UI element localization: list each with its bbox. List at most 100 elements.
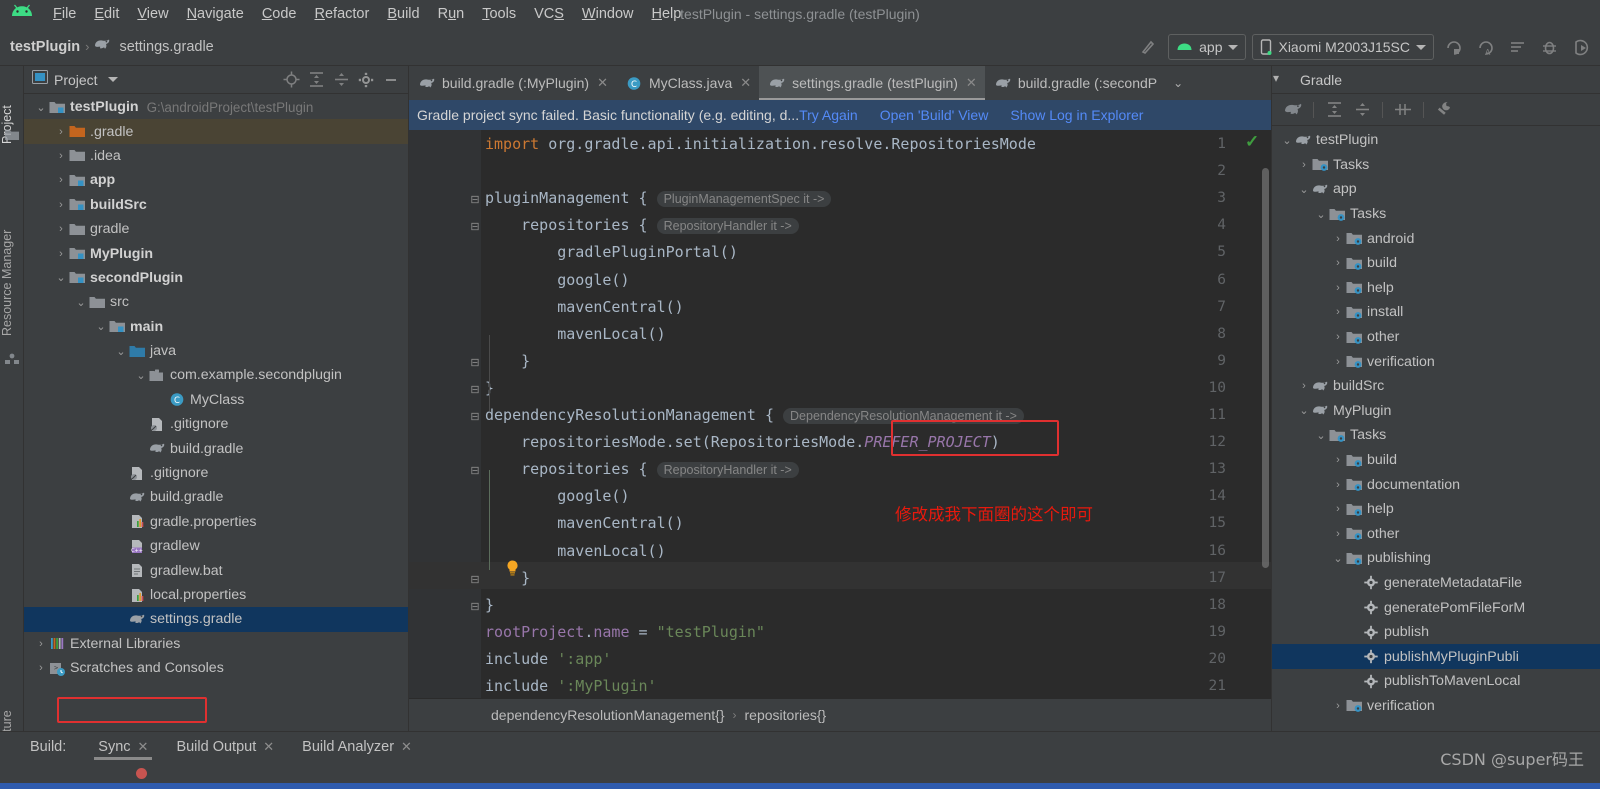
tree-toggle-right-icon[interactable]: › (34, 638, 48, 650)
project-tree-item--idea[interactable]: › .idea (24, 144, 408, 168)
tree-toggle-down-icon[interactable]: ⌄ (114, 345, 128, 358)
tree-toggle-down-icon[interactable]: ⌄ (54, 271, 68, 284)
chevron-down-icon[interactable] (1416, 44, 1426, 50)
collapse-all-icon[interactable] (330, 69, 352, 91)
menu-item-tools[interactable]: Tools (473, 3, 525, 25)
breadcrumb-item-0[interactable]: dependencyResolutionManagement{} (491, 707, 725, 723)
close-icon[interactable]: ✕ (263, 739, 274, 755)
tree-toggle-right-icon[interactable]: › (54, 199, 68, 211)
project-tree-item-testplugin[interactable]: ⌄ testPlugin G:\androidProject\testPlugin (24, 95, 408, 119)
code-line-20[interactable]: include ':app' (485, 646, 611, 673)
menu-item-run[interactable]: Run (429, 3, 474, 25)
intention-bulb-icon[interactable] (505, 560, 520, 576)
gradle-tree-item-generatepomfileform[interactable]: generatePomFileForM (1272, 595, 1600, 620)
debug-attach-icon[interactable]: A (1472, 34, 1498, 60)
tree-toggle-right-icon[interactable]: › (1297, 159, 1311, 171)
tree-toggle-down-icon[interactable]: ⌄ (1314, 429, 1328, 442)
tree-toggle-right-icon[interactable]: › (1331, 479, 1345, 491)
code-line-14[interactable]: google() (485, 483, 629, 510)
breadcrumb-file[interactable]: settings.gradle (119, 39, 213, 55)
editor-scrollbar-thumb[interactable] (1262, 168, 1269, 568)
collapse-all-icon[interactable] (1349, 98, 1375, 122)
gradle-tree-item-verification[interactable]: › verification (1272, 349, 1600, 374)
project-tree-item-app[interactable]: › app (24, 168, 408, 192)
gradle-tree-item-help[interactable]: › help (1272, 276, 1600, 301)
gradle-tree-item-publish[interactable]: publish (1272, 620, 1600, 645)
project-tree-item-myplugin[interactable]: › MyPlugin (24, 241, 408, 265)
menu-item-vcs[interactable]: VCS (525, 3, 573, 25)
tree-toggle-right-icon[interactable]: › (54, 248, 68, 260)
menu-item-refactor[interactable]: Refactor (306, 3, 379, 25)
project-tree-item-local-properties[interactable]: local.properties (24, 583, 408, 607)
code-line-13[interactable]: repositories { RepositoryHandler it -> (485, 456, 799, 484)
tree-toggle-right-icon[interactable]: › (54, 150, 68, 162)
menu-item-help[interactable]: Help (642, 3, 690, 25)
profile-icon[interactable] (1568, 34, 1594, 60)
sync-gradle-icon[interactable] (1504, 34, 1530, 60)
code-line-8[interactable]: mavenLocal() (485, 321, 665, 348)
gradle-tree-item-myplugin[interactable]: ⌄ MyPlugin (1272, 399, 1600, 424)
breadcrumb-project[interactable]: testPlugin (10, 39, 80, 55)
code-fold-down-icon[interactable]: ⊟ (469, 464, 481, 477)
menu-item-edit[interactable]: Edit (85, 3, 128, 25)
code-fold-up-icon[interactable]: ⊟ (469, 383, 481, 396)
code-fold-down-icon[interactable]: ⊟ (469, 193, 481, 206)
code-fold-down-icon[interactable]: ⊟ (469, 410, 481, 423)
tree-toggle-down-icon[interactable]: ⌄ (1331, 552, 1345, 565)
code-line-5[interactable]: gradlePluginPortal() (485, 239, 738, 266)
code-fold-up-icon[interactable]: ⊟ (469, 600, 481, 613)
expand-all-icon[interactable] (305, 69, 327, 91)
expand-all-icon[interactable] (1321, 98, 1347, 122)
gradle-tree-item-verification[interactable]: › verification (1272, 694, 1600, 719)
project-tree-item-gradlew[interactable]: C++ gradlew (24, 534, 408, 558)
project-tree-item-scratches-and-consoles[interactable]: › > Scratches and Consoles (24, 656, 408, 680)
tree-toggle-down-icon[interactable]: ⌄ (1280, 134, 1294, 147)
project-file-tree[interactable]: ⌄ testPlugin G:\androidProject\testPlugin ›… (24, 95, 408, 731)
gradle-tree-item-build[interactable]: › build (1272, 448, 1600, 473)
code-line-18[interactable]: } (485, 592, 494, 619)
menu-item-view[interactable]: View (128, 3, 177, 25)
gradle-tree-item-buildsrc[interactable]: › buildSrc (1272, 374, 1600, 399)
tree-toggle-down-icon[interactable]: ⌄ (94, 320, 108, 333)
code-line-4[interactable]: repositories { RepositoryHandler it -> (485, 212, 799, 240)
editor-tab-build-gradle-myplugin-[interactable]: build.gradle (:MyPlugin) ✕ (409, 66, 616, 100)
gradle-tree-item-publishing[interactable]: ⌄ publishing (1272, 546, 1600, 571)
hide-panel-icon[interactable] (380, 69, 402, 91)
tree-toggle-right-icon[interactable]: › (34, 662, 48, 674)
gradle-tree-item-documentation[interactable]: › documentation (1272, 472, 1600, 497)
gradle-tree-item-build[interactable]: › build (1272, 251, 1600, 276)
tree-toggle-down-icon[interactable]: ⌄ (1297, 183, 1311, 196)
menu-item-build[interactable]: Build (378, 3, 428, 25)
run-configuration-selector[interactable]: app (1168, 34, 1247, 60)
menu-item-navigate[interactable]: Navigate (178, 3, 253, 25)
project-tree-item-external-libraries[interactable]: › External Libraries (24, 632, 408, 656)
tree-toggle-right-icon[interactable]: › (1331, 257, 1345, 269)
tree-toggle-right-icon[interactable]: › (1331, 528, 1345, 540)
tree-toggle-down-icon[interactable]: ⌄ (1297, 404, 1311, 417)
code-line-9[interactable]: } (485, 348, 530, 375)
tab-sync[interactable]: Sync ✕ (84, 732, 162, 762)
editor-tab-settings-gradle-testplugin-[interactable]: settings.gradle (testPlugin) ✕ (759, 66, 985, 100)
project-tree-item-settings-gradle[interactable]: settings.gradle (24, 607, 408, 632)
close-icon[interactable]: ✕ (401, 739, 412, 755)
project-tree-item-main[interactable]: ⌄ main (24, 315, 408, 339)
show-log-in-explorer-link[interactable]: Show Log in Explorer (1010, 107, 1143, 123)
chevron-down-icon[interactable]: ▾ (1273, 71, 1279, 85)
editor-tab-bar[interactable]: build.gradle (:MyPlugin) ✕ C MyClass.java ✕ s… (409, 66, 1271, 100)
gradle-tree-item-tasks[interactable]: ⌄ Tasks (1272, 423, 1600, 448)
tree-toggle-right-icon[interactable]: › (54, 223, 68, 235)
project-tree-item-src[interactable]: ⌄ src (24, 290, 408, 314)
tree-toggle-right-icon[interactable]: › (1331, 700, 1345, 712)
gradle-tree-item-help[interactable]: › help (1272, 497, 1600, 522)
menu-item-code[interactable]: Code (253, 3, 306, 25)
project-tree-item-build-gradle[interactable]: build.gradle (24, 436, 408, 460)
tree-toggle-right-icon[interactable]: › (54, 174, 68, 186)
project-tree-item-buildsrc[interactable]: › buildSrc (24, 193, 408, 217)
build-hammer-icon[interactable] (1136, 34, 1162, 60)
code-line-3[interactable]: pluginManagement { PluginManagementSpec … (485, 185, 832, 213)
tree-toggle-down-icon[interactable]: ⌄ (74, 296, 88, 309)
gradle-tree-item-android[interactable]: › android (1272, 226, 1600, 251)
code-fold-up-icon[interactable]: ⊟ (469, 573, 481, 586)
project-tree-item-java[interactable]: ⌄ java (24, 339, 408, 363)
close-icon[interactable]: ✕ (740, 75, 751, 91)
